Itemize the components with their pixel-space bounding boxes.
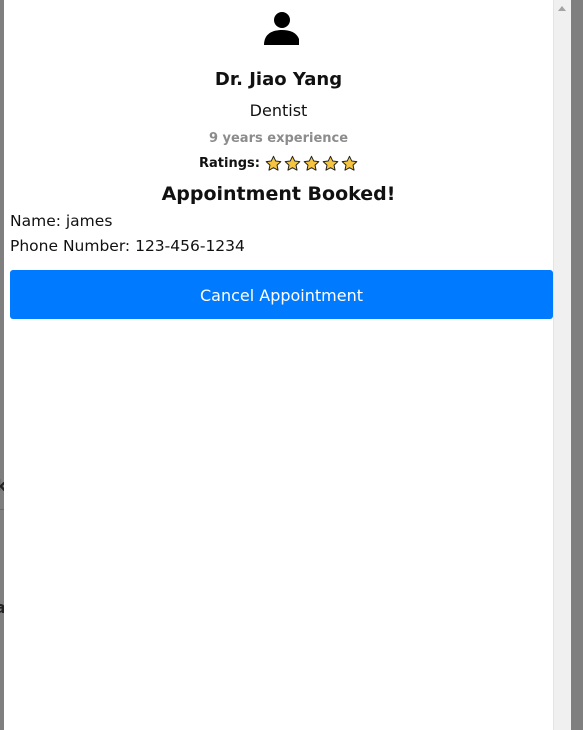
doctor-experience: 9 years experience <box>208 131 349 146</box>
scrollbar[interactable] <box>553 0 571 730</box>
booking-confirmation-title: Appointment Booked! <box>161 183 396 205</box>
doctor-specialty: Dentist <box>249 101 308 120</box>
star-rating <box>265 155 358 172</box>
ratings-label: Ratings: <box>199 156 260 171</box>
star-icon <box>341 155 358 171</box>
user-silhouette-icon <box>264 12 299 45</box>
star-icon <box>303 155 320 171</box>
patient-name: Name: james <box>10 212 113 230</box>
cancel-appointment-button[interactable]: Cancel Appointment <box>10 270 553 319</box>
scroll-up-arrow-icon[interactable] <box>558 6 566 11</box>
ratings-row: Ratings: <box>4 155 553 172</box>
doctor-name: Dr. Jiao Yang <box>214 69 343 90</box>
star-icon <box>322 155 339 171</box>
star-icon <box>284 155 301 171</box>
star-icon <box>265 155 282 171</box>
page-edge <box>571 0 583 730</box>
patient-phone: Phone Number: 123-456-1234 <box>10 237 245 255</box>
